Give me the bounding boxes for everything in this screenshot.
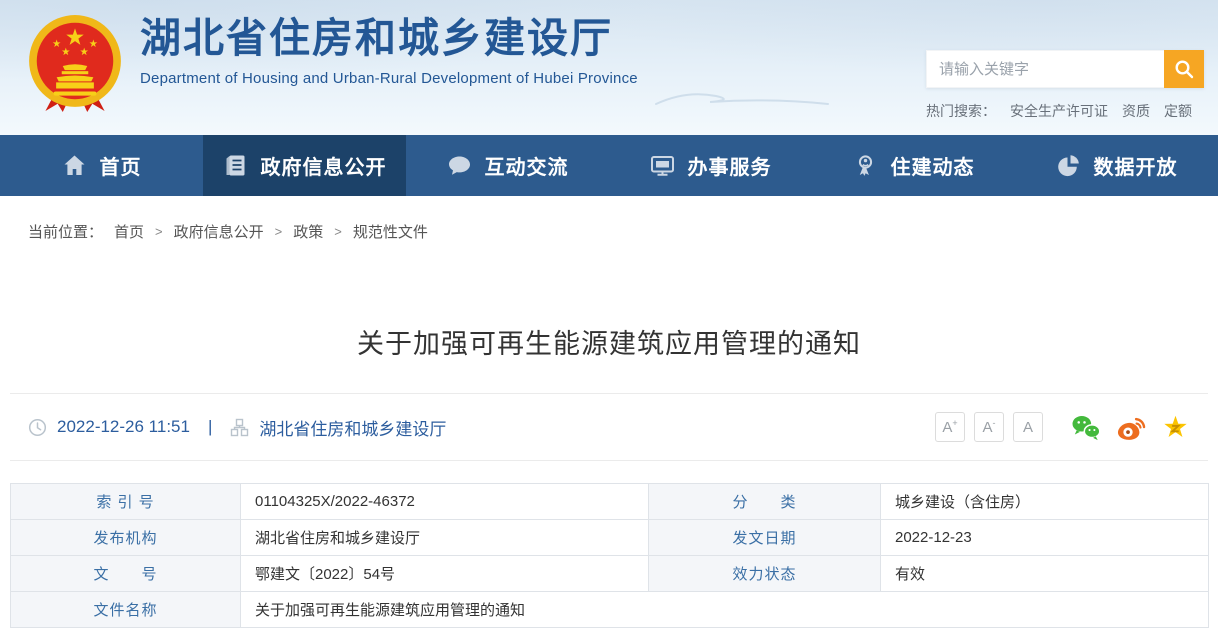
table-label-cell: 发布机构 (11, 520, 241, 556)
cloud-decoration (648, 88, 838, 114)
nav-item-label: 住建动态 (891, 151, 975, 180)
table-value-cell: 湖北省住房和城乡建设厅 (241, 520, 649, 556)
breadcrumb-separator: > (155, 224, 163, 239)
site-subtitle: Department of Housing and Urban-Rural De… (140, 70, 638, 87)
search-icon (1173, 58, 1195, 80)
clock-icon (28, 418, 47, 437)
home-icon (62, 153, 87, 178)
document-info-table: 索 引 号 01104325X/2022-46372 分 类 城乡建设（含住房）… (10, 483, 1209, 628)
pie-chart-icon (1056, 153, 1081, 178)
article-meta-info: 2022-12-26 11:51 | 湖北省住房和城乡建设厅 (28, 415, 446, 440)
font-increase-button[interactable]: A+ (935, 412, 965, 442)
table-value-cell: 城乡建设（含住房） (881, 484, 1209, 520)
font-decrease-button[interactable]: A- (974, 412, 1004, 442)
hot-search-term[interactable]: 安全生产许可证 (1010, 101, 1108, 121)
site-header: 湖北省住房和城乡建设厅 Department of Housing and Ur… (0, 0, 1218, 135)
article-meta-bar: 2022-12-26 11:51 | 湖北省住房和城乡建设厅 A+ A- A (10, 393, 1208, 461)
breadcrumb-separator: > (334, 224, 342, 239)
medal-icon (853, 153, 878, 178)
nav-item-label: 首页 (100, 151, 142, 180)
nav-item-label: 办事服务 (688, 151, 772, 180)
hot-search-term[interactable]: 资质 (1122, 101, 1150, 121)
table-value-cell: 鄂建文〔2022〕54号 (241, 556, 649, 592)
nav-item-services[interactable]: 办事服务 (609, 135, 812, 196)
main-nav: 首页 政府信息公开 互动交流 办事服务 住建动态 (0, 135, 1218, 196)
document-icon (223, 153, 248, 178)
table-value-cell: 有效 (881, 556, 1209, 592)
wechat-share-icon[interactable] (1071, 414, 1101, 441)
table-label-cell: 索 引 号 (11, 484, 241, 520)
table-label-cell: 效力状态 (649, 556, 881, 592)
hot-search-term[interactable]: 定额 (1164, 101, 1192, 121)
table-label-cell: 分 类 (649, 484, 881, 520)
hot-search-label: 热门搜索： (926, 101, 996, 121)
article-source: 湖北省住房和城乡建设厅 (259, 415, 446, 440)
table-row: 文 号 鄂建文〔2022〕54号 效力状态 有效 (11, 556, 1209, 592)
site-title: 湖北省住房和城乡建设厅 (140, 14, 638, 63)
font-reset-button[interactable]: A (1013, 412, 1043, 442)
table-row: 索 引 号 01104325X/2022-46372 分 类 城乡建设（含住房） (11, 484, 1209, 520)
breadcrumb-item-normative-docs[interactable]: 规范性文件 (353, 221, 428, 242)
publish-time: 2022-12-26 11:51 (57, 417, 190, 437)
meta-separator: | (208, 417, 212, 437)
nav-item-interaction[interactable]: 互动交流 (406, 135, 609, 196)
breadcrumb-label: 当前位置： (28, 221, 103, 242)
table-label-cell: 文 号 (11, 556, 241, 592)
nav-item-gov-info[interactable]: 政府信息公开 (203, 135, 406, 196)
organization-icon (230, 418, 249, 437)
search-input[interactable] (926, 50, 1164, 88)
table-label-cell: 文件名称 (11, 592, 241, 628)
table-label-cell: 发文日期 (649, 520, 881, 556)
nav-item-open-data[interactable]: 数据开放 (1015, 135, 1218, 196)
nav-item-home[interactable]: 首页 (0, 135, 203, 196)
nav-item-label: 数据开放 (1094, 151, 1178, 180)
article-toolbar: A+ A- A (926, 412, 1190, 442)
qzone-share-icon[interactable] (1161, 414, 1190, 441)
nav-item-label: 互动交流 (485, 151, 569, 180)
search-button[interactable] (1164, 50, 1204, 88)
breadcrumb-item-policy[interactable]: 政策 (293, 221, 323, 242)
site-title-block: 湖北省住房和城乡建设厅 Department of Housing and Ur… (140, 14, 638, 87)
breadcrumb-item-home[interactable]: 首页 (114, 221, 144, 242)
breadcrumb: 当前位置： 首页 > 政府信息公开 > 政策 > 规范性文件 (0, 196, 1218, 240)
nav-item-label: 政府信息公开 (261, 151, 387, 180)
article-title: 关于加强可再生能源建筑应用管理的通知 (0, 326, 1218, 362)
national-emblem-logo (24, 11, 126, 115)
chat-bubble-icon (447, 153, 472, 178)
table-value-cell: 2022-12-23 (881, 520, 1209, 556)
table-row: 文件名称 关于加强可再生能源建筑应用管理的通知 (11, 592, 1209, 628)
weibo-share-icon[interactable] (1116, 414, 1146, 441)
table-row: 发布机构 湖北省住房和城乡建设厅 发文日期 2022-12-23 (11, 520, 1209, 556)
nav-item-news[interactable]: 住建动态 (812, 135, 1015, 196)
breadcrumb-separator: > (275, 224, 283, 239)
hot-search: 热门搜索： 安全生产许可证 资质 定额 (926, 101, 1204, 121)
breadcrumb-item-gov-info[interactable]: 政府信息公开 (174, 221, 264, 242)
table-value-cell: 关于加强可再生能源建筑应用管理的通知 (241, 592, 1209, 628)
search-area: 热门搜索： 安全生产许可证 资质 定额 (926, 50, 1204, 121)
monitor-icon (650, 153, 675, 178)
table-value-cell: 01104325X/2022-46372 (241, 484, 649, 520)
